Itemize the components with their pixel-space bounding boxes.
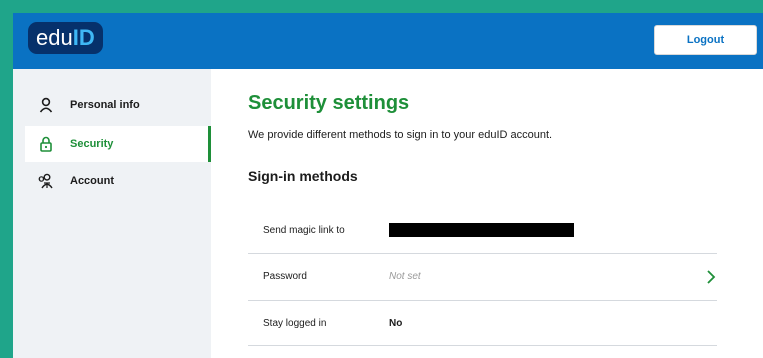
sidebar-item-account[interactable]: Account	[25, 163, 211, 199]
stay-logged-in-label: Stay logged in	[263, 317, 327, 329]
chevron-right-icon[interactable]	[705, 269, 717, 285]
page-description: We provide different methods to sign in …	[248, 129, 553, 141]
redacted-email	[389, 223, 574, 237]
sidebar-item-label: Security	[70, 138, 114, 150]
password-row[interactable]: Password Not set	[248, 253, 717, 299]
page-title: Security settings	[248, 92, 410, 114]
stay-logged-in-value: No	[389, 317, 403, 329]
person-icon	[38, 97, 54, 113]
logout-button[interactable]: Logout	[654, 25, 757, 55]
logo-text-id: ID	[72, 25, 95, 50]
password-label: Password	[263, 271, 307, 282]
account-icon	[38, 173, 54, 189]
eduid-logo[interactable]: edu ID	[28, 22, 103, 54]
sidebar-item-personal-info[interactable]: Personal info	[25, 87, 211, 123]
sidebar-item-security[interactable]: Security	[25, 126, 211, 162]
magic-link-row: Send magic link to	[248, 207, 717, 253]
sign-in-methods-heading: Sign-in methods	[248, 168, 358, 184]
magic-link-label: Send magic link to	[263, 224, 345, 236]
app-window: edu ID Logout Personal info Security Acc…	[13, 13, 763, 358]
stay-logged-in-row[interactable]: Stay logged in No	[248, 300, 717, 346]
sidebar-nav: Personal info Security Account	[13, 69, 211, 358]
lock-icon	[38, 136, 54, 152]
sidebar-item-label: Account	[70, 175, 114, 187]
sidebar-item-label: Personal info	[70, 99, 140, 111]
password-status: Not set	[389, 271, 421, 282]
logo-text-edu: edu	[36, 25, 73, 50]
top-header: edu ID Logout	[13, 13, 763, 69]
